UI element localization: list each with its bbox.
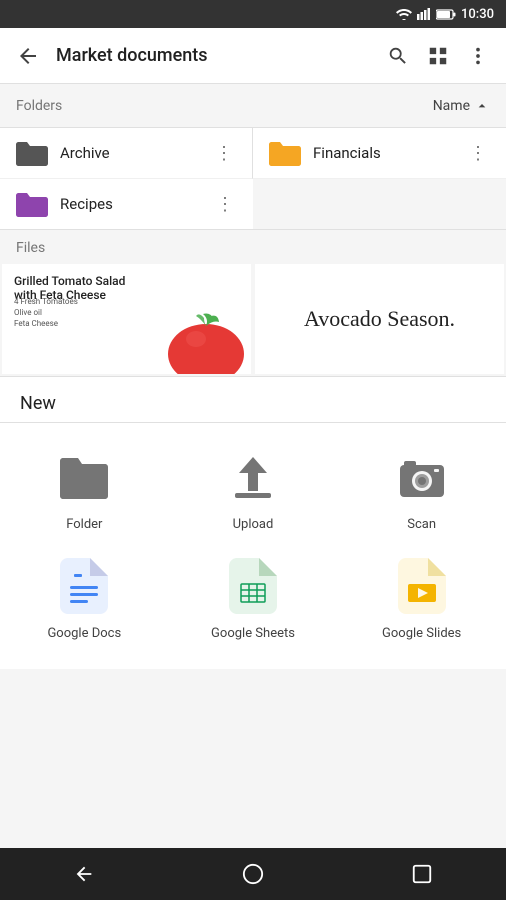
new-slides-label: Google Slides (382, 626, 461, 641)
sort-arrow-icon (474, 98, 490, 114)
new-upload-icon (227, 451, 279, 503)
time-display: 10:30 (461, 7, 494, 22)
page-title: Market documents (56, 45, 378, 66)
files-section: Files Grilled Tomato Saladwith Feta Chee… (0, 230, 506, 376)
folder-more-archive[interactable]: ⋮ (212, 141, 236, 165)
file-thumb-tomato: Grilled Tomato Saladwith Feta Cheese 4 F… (2, 264, 251, 374)
tomato-illustration (131, 304, 251, 374)
new-docs-label: Google Docs (47, 626, 121, 641)
folder-item-financials[interactable]: Financials ⋮ (253, 128, 506, 179)
more-options-button[interactable] (458, 36, 498, 76)
folders-grid: Archive ⋮ Financials ⋮ Recipes ⋮ (0, 128, 506, 229)
nav-back-icon (73, 863, 95, 885)
more-vert-icon (467, 45, 489, 67)
new-panel-title: New (0, 377, 506, 422)
back-button[interactable] (8, 36, 48, 76)
signal-icon (417, 8, 431, 20)
wifi-icon (396, 8, 412, 20)
empty-folder-cell (253, 179, 506, 229)
new-slides-icon (398, 558, 446, 614)
nav-recents-icon (411, 863, 433, 885)
folder-name-archive: Archive (60, 144, 212, 162)
new-docs-item[interactable]: Google Docs (0, 544, 169, 653)
app-bar: Market documents (0, 28, 506, 84)
sort-label: Name (433, 98, 470, 114)
folder-icon-recipes (16, 191, 48, 217)
new-scan-icon-container (392, 447, 452, 507)
new-sheets-icon (229, 558, 277, 614)
grid-icon (427, 45, 449, 67)
new-sheets-label: Google Sheets (211, 626, 295, 641)
status-icons: 10:30 (396, 7, 494, 22)
new-panel: New Folder Upload (0, 376, 506, 669)
new-folder-label: Folder (66, 517, 102, 532)
new-folder-icon-container (54, 447, 114, 507)
folder-name-recipes: Recipes (60, 195, 213, 213)
new-scan-label: Scan (407, 517, 436, 532)
new-folder-icon (58, 455, 110, 499)
search-icon (387, 45, 409, 67)
file-thumb-avocado: Avocado Season. (255, 264, 504, 374)
nav-back-button[interactable] (59, 849, 109, 899)
folders-section: Archive ⋮ Financials ⋮ Recipes ⋮ (0, 128, 506, 230)
new-sheets-item[interactable]: Google Sheets (169, 544, 338, 653)
new-docs-icon (60, 558, 108, 614)
folder-item-archive[interactable]: Archive ⋮ (0, 128, 253, 179)
new-upload-label: Upload (233, 517, 274, 532)
folders-label: Folders (16, 98, 62, 114)
new-upload-item[interactable]: Upload (169, 435, 338, 544)
search-button[interactable] (378, 36, 418, 76)
folder-icon-archive (16, 140, 48, 166)
status-bar: 10:30 (0, 0, 506, 28)
new-sheets-icon-container (223, 556, 283, 616)
sort-bar: Folders Name (0, 84, 506, 128)
new-scan-icon (396, 451, 448, 503)
files-grid: Grilled Tomato Saladwith Feta Cheese 4 F… (0, 264, 506, 376)
nav-home-button[interactable] (228, 849, 278, 899)
file-item-tomato-salad[interactable]: Grilled Tomato Saladwith Feta Cheese 4 F… (2, 264, 251, 374)
new-upload-icon-container (223, 447, 283, 507)
nav-bar (0, 848, 506, 900)
folder-name-financials: Financials (313, 144, 466, 162)
grid-view-button[interactable] (418, 36, 458, 76)
new-slides-item[interactable]: Google Slides (337, 544, 506, 653)
back-arrow-icon (16, 44, 40, 68)
files-label: Files (0, 230, 506, 264)
folder-icon-financials (269, 140, 301, 166)
recipe-ingredients: 4 Fresh TomatoesOlive oilFeta Cheese (14, 296, 78, 330)
file-title-avocado: Avocado Season. (267, 306, 491, 332)
new-scan-item[interactable]: Scan (337, 435, 506, 544)
folder-more-financials[interactable]: ⋮ (466, 141, 490, 165)
nav-recents-button[interactable] (397, 849, 447, 899)
nav-home-icon (242, 863, 264, 885)
battery-icon (436, 9, 456, 20)
new-items-grid: Folder Upload (0, 423, 506, 669)
file-item-avocado[interactable]: Avocado Season. (255, 264, 504, 374)
new-docs-icon-container (54, 556, 114, 616)
sort-control[interactable]: Name (433, 98, 490, 114)
new-slides-icon-container (392, 556, 452, 616)
new-folder-item[interactable]: Folder (0, 435, 169, 544)
folder-more-recipes[interactable]: ⋮ (213, 192, 237, 216)
folder-item-recipes[interactable]: Recipes ⋮ (0, 179, 253, 229)
